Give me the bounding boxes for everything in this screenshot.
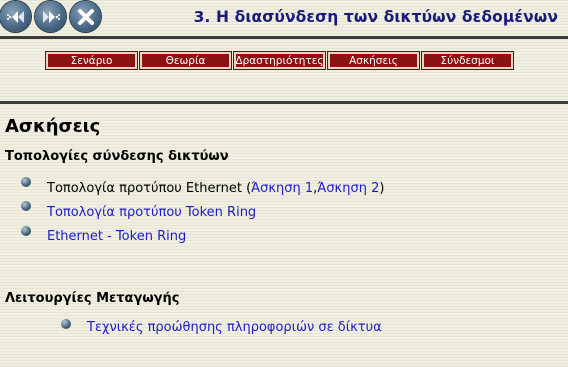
menu-item-theory[interactable]: Θεωρία: [139, 51, 232, 70]
list-item-ethernet-token-ring: Ethernet - Token Ring: [47, 229, 186, 244]
page-title: 3. Η διασύνδεση των δικτύων δεδομένων: [193, 8, 558, 26]
bullet-icon: [21, 226, 31, 236]
list-item-ethernet: Τοπολογία προτύπου Ethernet (Άσκηση 1, Ά…: [47, 181, 384, 196]
item-text: Τοπολογία προτύπου Ethernet (: [47, 181, 252, 196]
back-button[interactable]: [0, 1, 31, 32]
content-heading: Ασκήσεις: [5, 116, 101, 137]
forward-button[interactable]: [35, 1, 66, 32]
bullet-icon: [61, 319, 71, 329]
bullet-icon: [21, 201, 31, 211]
link-token-ring[interactable]: Τοπολογία προτύπου Token Ring: [47, 205, 256, 220]
close-icon: [77, 8, 94, 25]
forward-icon: [42, 10, 60, 23]
section-title-topologies: Τοπολογίες σύνδεσης δικτύων: [5, 149, 229, 164]
close-button[interactable]: [70, 1, 101, 32]
menu-item-activities[interactable]: Δραστηριότητες: [233, 51, 326, 70]
main-menu: Σενάριο Θεωρία Δραστηριότητες Ασκήσεις Σ…: [45, 51, 514, 70]
bullet-icon: [21, 177, 31, 187]
menu-item-scenario[interactable]: Σενάριο: [45, 51, 138, 70]
link-exercise-1[interactable]: Άσκηση 1: [251, 181, 313, 196]
menu-divider: [0, 101, 568, 104]
item-close-paren: ): [379, 181, 385, 196]
list-item-forwarding: Τεχνικές προώθησης πληροφοριών σε δίκτυα: [87, 320, 382, 335]
menu-item-exercises[interactable]: Ασκήσεις: [327, 51, 420, 70]
list-item-token-ring: Τοπολογία προτύπου Token Ring: [47, 205, 256, 220]
section-title-switching: Λειτουργίες Μεταγωγής: [5, 291, 180, 306]
header-divider: [0, 36, 568, 39]
link-ethernet-token-ring[interactable]: Ethernet - Token Ring: [47, 229, 186, 244]
back-icon: [6, 10, 24, 23]
link-forwarding-techniques[interactable]: Τεχνικές προώθησης πληροφοριών σε δίκτυα: [87, 320, 382, 335]
link-exercise-2[interactable]: Άσκηση 2: [317, 181, 379, 196]
menu-item-links[interactable]: Σύνδεσμοι: [421, 51, 514, 70]
